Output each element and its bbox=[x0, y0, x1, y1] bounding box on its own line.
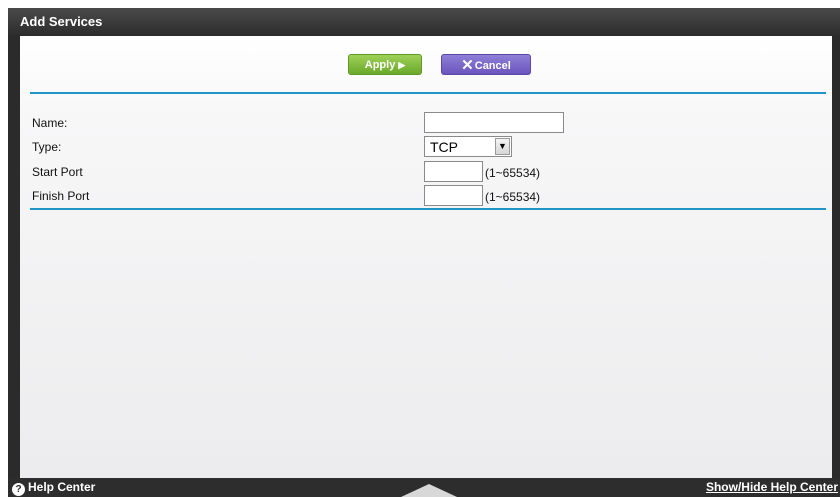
play-arrow-icon: ▶ bbox=[398, 60, 406, 70]
type-label: Type: bbox=[32, 140, 62, 154]
apply-button[interactable]: Apply ▶ bbox=[348, 54, 422, 75]
show-hide-help-link[interactable]: Show/Hide Help Center bbox=[706, 480, 838, 494]
start-port-range: (1~65534) bbox=[485, 166, 541, 180]
finish-port-label: Finish Port bbox=[32, 189, 90, 203]
cancel-button[interactable]: ✕Cancel bbox=[441, 54, 531, 75]
dropdown-arrow-icon[interactable]: ▼ bbox=[495, 138, 510, 155]
bottom-divider bbox=[30, 208, 826, 210]
name-label: Name: bbox=[32, 116, 68, 130]
name-input[interactable] bbox=[424, 112, 564, 133]
start-port-label: Start Port bbox=[32, 165, 83, 179]
top-divider bbox=[30, 92, 826, 94]
help-footer: ? Help Center Show/Hide Help Center bbox=[8, 478, 840, 497]
close-icon: ✕ bbox=[461, 57, 474, 74]
cancel-button-label: Cancel bbox=[474, 60, 511, 72]
dialog-content: Apply ▶ ✕Cancel Name: Type: TCP ▼ Start P… bbox=[20, 36, 832, 478]
finish-port-range: (1~65534) bbox=[485, 190, 541, 204]
question-circle-icon: ? bbox=[12, 483, 25, 496]
type-select[interactable]: TCP ▼ bbox=[424, 136, 512, 157]
type-select-value: TCP bbox=[430, 139, 458, 155]
help-center[interactable]: ? Help Center bbox=[12, 480, 95, 496]
dialog-title: Add Services bbox=[8, 8, 840, 36]
expand-arrow-icon[interactable] bbox=[401, 484, 457, 497]
apply-button-label: Apply bbox=[364, 59, 396, 71]
help-center-label: Help Center bbox=[28, 480, 96, 494]
start-port-input[interactable] bbox=[424, 161, 483, 182]
dialog-frame: Add Services Apply ▶ ✕Cancel Name: Type: … bbox=[8, 8, 840, 497]
finish-port-input[interactable] bbox=[424, 185, 483, 206]
